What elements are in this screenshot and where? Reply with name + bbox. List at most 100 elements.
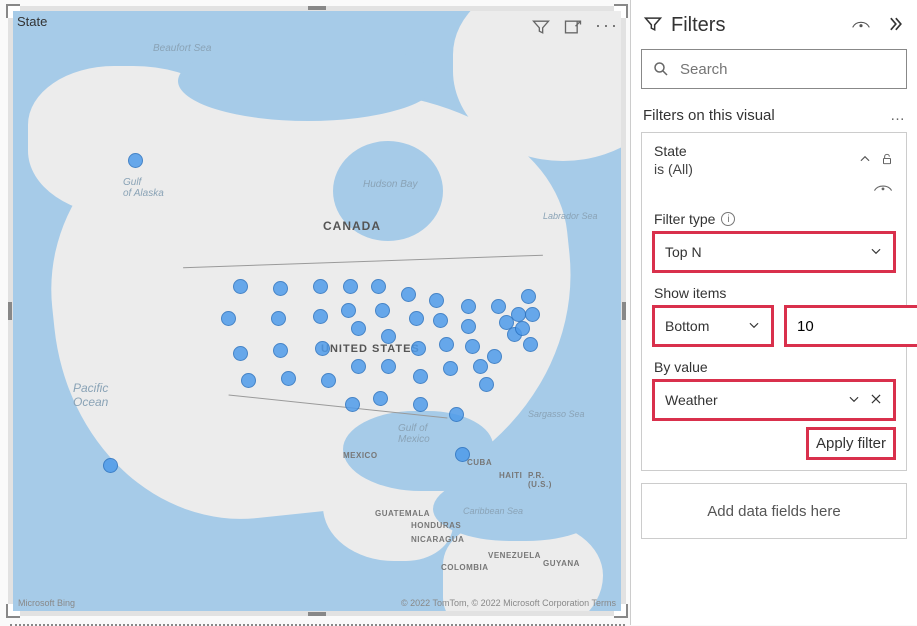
map-data-point[interactable] <box>523 337 538 352</box>
map-label: Labrador Sea <box>543 211 598 221</box>
map-data-point[interactable] <box>429 293 444 308</box>
map-attribution: © 2022 TomTom, © 2022 Microsoft Corporat… <box>401 598 616 608</box>
map-data-point[interactable] <box>525 307 540 322</box>
map-data-point[interactable] <box>515 321 530 336</box>
map-country-label: NICARAGUA <box>411 535 464 544</box>
visual-title: State <box>17 14 47 29</box>
map-data-point[interactable] <box>351 359 366 374</box>
card-visibility-icon[interactable] <box>872 181 894 197</box>
map-data-point[interactable] <box>381 359 396 374</box>
filter-summary: is (All) <box>654 161 693 177</box>
map-attribution: Microsoft Bing <box>18 598 75 608</box>
map-data-point[interactable] <box>375 303 390 318</box>
map-data-point[interactable] <box>455 447 470 462</box>
chevron-down-icon <box>747 318 761 335</box>
map-label: Hudson Bay <box>363 179 417 190</box>
search-input[interactable] <box>641 49 907 89</box>
map-data-point[interactable] <box>521 289 536 304</box>
map-data-point[interactable] <box>449 407 464 422</box>
show-items-mode-select[interactable]: Bottom <box>654 307 772 345</box>
add-fields-placeholder[interactable]: Add data fields here <box>641 483 907 539</box>
map-country-label: CUBA <box>467 458 492 467</box>
map-data-point[interactable] <box>413 397 428 412</box>
by-value-field[interactable]: Weather <box>654 381 894 419</box>
map-data-point[interactable] <box>439 337 454 352</box>
map-data-point[interactable] <box>487 349 502 364</box>
filter-type-select[interactable]: Top N <box>654 233 894 271</box>
filters-pane: Filters Filters on this visual … State i… <box>630 0 917 625</box>
visibility-icon[interactable] <box>851 14 877 37</box>
filters-title: Filters <box>671 14 843 37</box>
chevron-down-icon <box>869 244 883 261</box>
map-label: Caribbean Sea <box>463 506 523 516</box>
search-icon <box>652 60 670 78</box>
map-data-point[interactable] <box>491 299 506 314</box>
clear-icon[interactable] <box>869 392 883 409</box>
map-data-point[interactable] <box>315 341 330 356</box>
filter-icon <box>643 14 663 37</box>
map-country-label: HONDURAS <box>411 521 461 530</box>
map-country-label: CANADA <box>323 219 381 233</box>
map-data-point[interactable] <box>373 391 388 406</box>
map-data-point[interactable] <box>345 397 360 412</box>
section-more-icon[interactable]: … <box>890 107 905 124</box>
filter-type-value: Top N <box>665 244 702 260</box>
map-data-point[interactable] <box>313 279 328 294</box>
map-data-point[interactable] <box>233 346 248 361</box>
map-data-point[interactable] <box>103 458 118 473</box>
map-label: Beaufort Sea <box>153 43 211 54</box>
map-data-point[interactable] <box>343 279 358 294</box>
map-data-point[interactable] <box>433 313 448 328</box>
map-data-point[interactable] <box>381 329 396 344</box>
by-value-value: Weather <box>665 392 847 408</box>
focus-mode-icon[interactable] <box>563 17 583 42</box>
map-data-point[interactable] <box>241 373 256 388</box>
filter-icon[interactable] <box>531 17 551 42</box>
map-data-point[interactable] <box>409 311 424 326</box>
map-data-point[interactable] <box>401 287 416 302</box>
expand-pane-icon[interactable] <box>885 14 905 37</box>
map-data-point[interactable] <box>321 373 336 388</box>
map-data-point[interactable] <box>281 371 296 386</box>
map-data-point[interactable] <box>271 311 286 326</box>
map-data-point[interactable] <box>233 279 248 294</box>
show-items-mode-value: Bottom <box>665 318 709 334</box>
apply-filter-button[interactable]: Apply filter <box>808 429 894 458</box>
map-data-point[interactable] <box>479 377 494 392</box>
map-data-point[interactable] <box>273 343 288 358</box>
map-data-point[interactable] <box>413 369 428 384</box>
search-field[interactable] <box>680 61 896 78</box>
map-data-point[interactable] <box>371 279 386 294</box>
resize-handle[interactable] <box>308 612 326 616</box>
map-data-point[interactable] <box>273 281 288 296</box>
resize-handle[interactable] <box>8 302 12 320</box>
lock-icon[interactable] <box>880 151 894 170</box>
show-items-count-input[interactable] <box>786 307 917 345</box>
map-label: Sargasso Sea <box>528 409 585 419</box>
map-data-point[interactable] <box>473 359 488 374</box>
resize-handle[interactable] <box>622 302 626 320</box>
placeholder-text: Add data fields here <box>707 503 840 520</box>
map-data-point[interactable] <box>461 299 476 314</box>
map-label: Gulf of Alaska <box>123 177 164 199</box>
collapse-icon[interactable] <box>858 152 872 169</box>
chevron-down-icon[interactable] <box>847 392 861 409</box>
map-data-point[interactable] <box>221 311 236 326</box>
map-data-point[interactable] <box>351 321 366 336</box>
map-data-point[interactable] <box>511 307 526 322</box>
by-value-label: By value <box>654 359 894 375</box>
map-data-point[interactable] <box>128 153 143 168</box>
map-data-point[interactable] <box>465 339 480 354</box>
filter-type-label: Filter type <box>654 211 715 227</box>
resize-handle[interactable] <box>308 6 326 10</box>
map-data-point[interactable] <box>341 303 356 318</box>
map-data-point[interactable] <box>461 319 476 334</box>
map-country-label: VENEZUELA <box>488 551 541 560</box>
map-data-point[interactable] <box>313 309 328 324</box>
info-icon[interactable]: i <box>721 212 735 226</box>
map-visual-container[interactable]: State ··· Beaufort Sea Hudson Bay Labrad… <box>8 6 626 616</box>
more-options-icon[interactable]: ··· <box>595 20 615 40</box>
map-surface[interactable]: Beaufort Sea Hudson Bay Labrador Sea Gul… <box>13 11 621 611</box>
map-data-point[interactable] <box>443 361 458 376</box>
map-data-point[interactable] <box>411 341 426 356</box>
